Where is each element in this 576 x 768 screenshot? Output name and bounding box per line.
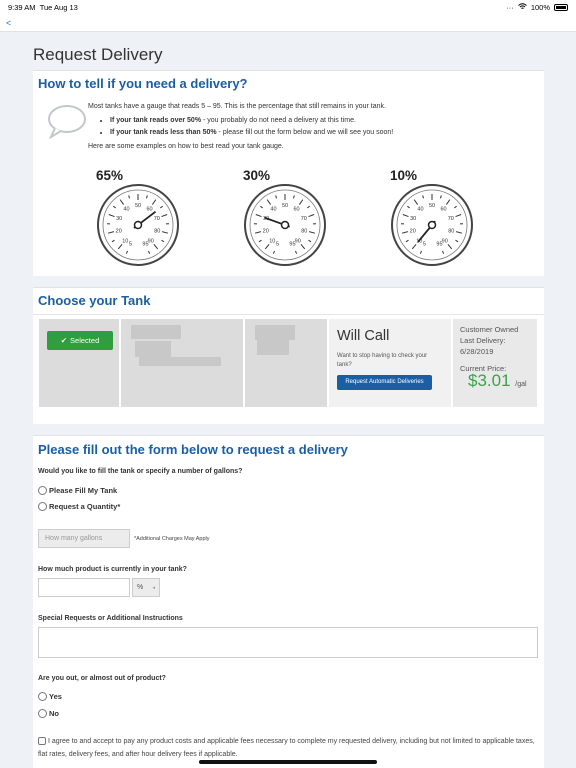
radio-circle[interactable]	[38, 502, 47, 511]
status-bar: 9:39 AM Tue Aug 13 ··· 100%	[0, 0, 576, 14]
how-to-text: Most tanks have a gauge that reads 5 – 9…	[88, 102, 528, 152]
dial-tick-label: 70	[154, 216, 160, 222]
how-to-heading: How to tell if you need a delivery?	[38, 76, 248, 91]
battery-percent: 100%	[530, 2, 550, 12]
percent-input[interactable]	[38, 578, 130, 597]
back-icon[interactable]: <	[6, 18, 11, 28]
selected-button[interactable]: ✔ Selected	[47, 331, 113, 350]
dial-tick-label: 70	[448, 216, 454, 222]
dial-tick-label: 95	[436, 242, 442, 248]
dial-tick-label: 40	[417, 207, 423, 213]
request-quantity-radio[interactable]: Request a Quantity*	[38, 502, 120, 511]
out-of-product-question: Are you out, or almost out of product?	[38, 675, 166, 682]
agreement-checkbox[interactable]: I agree to and accept to pay any product…	[38, 735, 538, 761]
dial-tick-label: 10	[122, 238, 128, 244]
dial-tick-label: 10	[269, 238, 275, 244]
dial-hub	[427, 220, 437, 230]
tank-row[interactable]: ✔ Selected Will Call Want to stop having…	[39, 319, 539, 407]
dial-tick-label: 40	[270, 207, 276, 213]
redacted-block	[255, 325, 295, 340]
gauge-10: 10% 510203040506070809095	[390, 168, 480, 272]
dial-tick-label: 20	[263, 228, 269, 234]
dial-tick-label: 20	[116, 228, 122, 234]
dial-tick-label: 5	[423, 242, 426, 248]
last-delivery-date: 6/28/2019	[460, 347, 494, 356]
battery-icon	[554, 3, 568, 11]
redacted-block	[131, 325, 181, 339]
special-requests-label: Special Requests or Additional Instructi…	[38, 615, 183, 622]
home-indicator	[199, 760, 377, 764]
speech-bubble-icon	[46, 103, 86, 144]
dial-tick-label: 90	[442, 238, 448, 244]
dial-tick-label: 40	[123, 207, 129, 213]
redacted-block	[135, 341, 171, 357]
gauge-30: 30% 5 10 20 30 40 50 60 70 80 90 95	[243, 168, 333, 272]
dots-icon: ···	[506, 2, 514, 12]
tank-select-cell[interactable]: ✔ Selected	[39, 319, 119, 407]
dial-tick-label: 90	[148, 238, 154, 244]
fill-tank-radio[interactable]: Please Fill My Tank	[38, 486, 117, 495]
gauge-dial: 510203040506070809095	[244, 184, 326, 266]
fill-question: Would you like to fill the tank or speci…	[38, 468, 243, 475]
gauge-65: 65% 5 10 20 30 40 50 60 70 80 90 95	[96, 168, 186, 272]
current-price: $3.01 /gal	[468, 371, 527, 390]
choose-tank-card: Choose your Tank ✔ Selected Will Call Wa…	[33, 287, 544, 424]
special-requests-textarea[interactable]	[38, 627, 538, 658]
choose-tank-heading: Choose your Tank	[33, 288, 544, 315]
dial-tick-label: 20	[410, 228, 416, 234]
current-product-question: How much product is currently in your ta…	[38, 566, 187, 573]
radio-circle[interactable]	[38, 709, 47, 718]
no-radio[interactable]: No	[38, 709, 59, 718]
redacted-block	[257, 340, 289, 355]
stepper-icon[interactable]: ◂	[152, 585, 155, 591]
tank-address-cell	[121, 319, 243, 407]
radio-circle[interactable]	[38, 692, 47, 701]
gallons-input[interactable]: How many gallons	[38, 529, 130, 548]
check-icon: ✔	[60, 336, 68, 345]
redacted-block	[139, 357, 221, 366]
how-to-card: How to tell if you need a delivery? Most…	[33, 70, 544, 276]
dial-tick-label: 80	[301, 228, 307, 234]
dial-tick-label: 60	[146, 207, 152, 213]
dial-hub	[133, 220, 143, 230]
ownership: Customer Owned	[460, 325, 519, 334]
dial-tick-label: 50	[135, 203, 141, 209]
checkbox-icon[interactable]	[38, 737, 46, 746]
dial-tick-label: 5	[129, 242, 132, 248]
dial-tick-label: 30	[410, 216, 416, 222]
gauge-dial: 510203040506070809095	[391, 184, 473, 266]
yes-radio[interactable]: Yes	[38, 692, 62, 701]
status-time: 9:39 AM Tue Aug 13	[8, 2, 78, 12]
delivery-form-card: Please fill out the form below to reques…	[33, 435, 544, 768]
charges-note: *Additional Charges May Apply	[134, 536, 210, 542]
tank-info-cell: Customer Owned Last Delivery: 6/28/2019 …	[453, 319, 537, 407]
will-call-title: Will Call	[337, 328, 390, 344]
page-title: Request Delivery	[33, 45, 163, 64]
dial-tick-label: 80	[154, 228, 160, 234]
last-delivery-label: Last Delivery:	[460, 336, 506, 345]
wifi-icon	[517, 2, 527, 12]
dial-tick-label: 90	[295, 238, 301, 244]
will-call-cell: Will Call Want to stop having to check y…	[329, 319, 451, 407]
dial-tick-label: 60	[293, 207, 299, 213]
dial-tick-label: 50	[282, 203, 288, 209]
request-automatic-deliveries-button[interactable]: Request Automatic Deliveries	[337, 374, 432, 390]
gauge-dial: 51020 3040 50 6070 809095	[97, 184, 179, 266]
dial-tick-label: 30	[116, 216, 122, 222]
dial-tick-label: 5	[276, 242, 279, 248]
tank-type-cell	[245, 319, 327, 407]
dial-tick-label: 50	[429, 203, 435, 209]
radio-circle[interactable]	[38, 486, 47, 495]
will-call-text: Want to stop having to check your tank?	[337, 353, 428, 368]
dial-hub	[280, 220, 290, 230]
dial-tick-label: 80	[448, 228, 454, 234]
dial-tick-label: 95	[142, 242, 148, 248]
dial-tick-label: 60	[440, 207, 446, 213]
nav-bar: <	[0, 14, 576, 32]
dial-tick-label: 95	[289, 242, 295, 248]
form-heading: Please fill out the form below to reques…	[38, 442, 348, 457]
dial-tick-label: 70	[301, 216, 307, 222]
percent-addon: % ◂	[132, 578, 160, 597]
